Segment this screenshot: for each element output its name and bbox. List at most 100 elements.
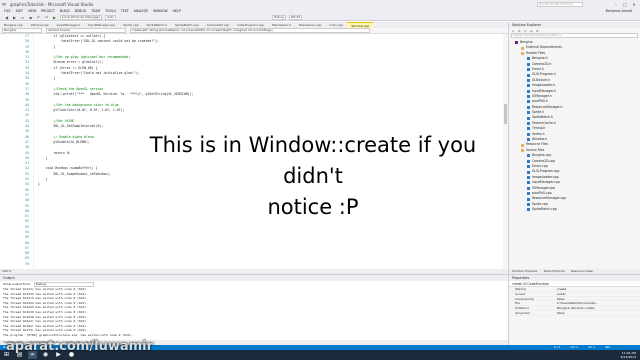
cpp-file-icon (527, 192, 530, 196)
start-debugging-icon[interactable]: ▶ (52, 15, 57, 20)
output-source-select[interactable]: Debug (33, 281, 94, 287)
menu-team[interactable]: TEAM (91, 9, 100, 13)
scope-dropdown[interactable]: (Global Scope) (46, 28, 126, 33)
annotation-line-1: This is in Window::create if you didn't (149, 133, 477, 188)
properties-panel: Properties create VCCodeFunction (Name) c… (508, 274, 640, 345)
menu-debug[interactable]: DEBUG (75, 9, 86, 13)
line-number-gutter: 27 28 29 30 31 32 33 34 35 36 37 38 39 40 41 42 43 44 45 46… (0, 34, 34, 269)
quick-launch-input[interactable]: Quick Launch (Ctrl+Q) (537, 1, 583, 7)
property-value[interactable]: False (557, 311, 640, 315)
collapse-all-icon[interactable]: ⊟ (530, 29, 534, 33)
platform-select[interactable]: Win32 (288, 14, 303, 20)
forward-icon[interactable]: ▶ (12, 15, 17, 20)
cpp-file-icon (527, 127, 530, 131)
cpp-file-icon (527, 62, 530, 66)
undo-icon[interactable]: ↶ (36, 15, 41, 20)
redo-icon[interactable]: ↷ (44, 15, 49, 20)
cpp-file-icon (527, 78, 530, 82)
folder-icon (521, 149, 524, 152)
output-panel: Output Show output from: Debug The threa… (0, 274, 508, 345)
property-value[interactable]: C:\Users\Ben\Documents\... (557, 301, 640, 305)
property-row[interactable]: IsInjected False (509, 311, 640, 316)
refresh-icon[interactable]: ↻ (524, 29, 528, 33)
menu-test[interactable]: TEST (121, 9, 129, 13)
member-dropdown[interactable]: create(std::string windowName, int scree… (130, 28, 370, 33)
window-controls: – □ ✕ (613, 2, 637, 7)
cpp-file-icon (527, 202, 530, 206)
property-name: (Name) (515, 287, 527, 291)
property-value[interactable]: public (557, 292, 640, 296)
cpp-file-icon (527, 159, 530, 163)
cpp-file-icon (527, 122, 530, 126)
menu-tools[interactable]: TOOLS (105, 9, 116, 13)
property-value[interactable]: create (557, 287, 640, 291)
property-value[interactable]: False (557, 297, 640, 301)
menu-help[interactable]: HELP (173, 9, 181, 13)
cpp-file-icon (527, 132, 530, 136)
menu-file[interactable]: FILE (4, 9, 11, 13)
taskbar-clock[interactable]: 11:02 AM 9/13/2014 (621, 351, 636, 359)
cpp-file-icon (527, 208, 530, 212)
cpp-file-icon (527, 186, 530, 190)
minimize-icon[interactable]: – (613, 2, 619, 7)
back-icon[interactable]: ◀ (4, 15, 9, 20)
cpp-file-icon (527, 89, 530, 93)
visual-studio-logo-icon: ∞ (1, 0, 7, 8)
cpp-file-icon (527, 111, 530, 115)
auto-select[interactable]: Auto (104, 14, 116, 20)
menu-build[interactable]: BUILD (60, 9, 70, 13)
menu-view[interactable]: VIEW (28, 9, 36, 13)
close-icon[interactable]: ✕ (631, 2, 637, 7)
cpp-file-icon (527, 154, 530, 158)
property-name: Access (515, 291, 526, 296)
cpp-file-icon (527, 197, 530, 201)
cpp-file-icon (527, 95, 530, 99)
standard-toolbar: ◀ ▶ ▫ ▪ ↶ ↷ ▶ Local Windows Debugger Aut… (0, 14, 640, 21)
menu-project[interactable]: PROJECT (41, 9, 55, 13)
property-value[interactable]: Bengine::Window::create (557, 306, 640, 310)
output-lines[interactable]: The thread 0x1a3c has exited with code 0… (0, 287, 508, 338)
scrollbar-thumb[interactable] (504, 104, 507, 124)
properties-icon[interactable]: ⚙ (536, 29, 540, 33)
folder-icon (521, 46, 524, 50)
folder-icon (521, 51, 524, 55)
clock-date: 9/13/2014 (620, 355, 636, 359)
output-line: The program '[6784] graphicsTutorials.ex… (3, 332, 134, 337)
maximize-icon[interactable]: □ (622, 2, 628, 7)
cpp-file-icon (527, 73, 530, 77)
line-number: 70 (25, 261, 29, 266)
menu-analyze[interactable]: ANALYZE (134, 9, 148, 13)
cpp-file-icon (527, 175, 530, 179)
property-name: File (515, 301, 521, 306)
menu-edit[interactable]: EDIT (16, 9, 23, 13)
cpp-file-icon (527, 105, 530, 109)
video-annotation-overlay: This is in Window::create if you didn't … (118, 130, 508, 223)
watermark: aparat.com/luwamir (6, 339, 154, 354)
cpp-file-icon (527, 100, 530, 104)
cpp-file-icon (527, 57, 530, 61)
user-name[interactable]: Benjamin Arnold (606, 9, 632, 13)
window-title: graphicsTutorials - Microsoft Visual Stu… (10, 1, 94, 7)
cpp-file-icon (527, 165, 530, 169)
debugger-select[interactable]: Local Windows Debugger (60, 14, 102, 20)
save-icon[interactable]: ▪ (28, 15, 33, 20)
project-dropdown[interactable]: Bengine (2, 28, 42, 33)
property-name: FullName (515, 306, 529, 311)
annotation-line-2: notice :P (267, 195, 359, 219)
title-bar: ∞ graphicsTutorials - Microsoft Visual S… (0, 0, 640, 8)
cpp-file-icon (527, 68, 530, 72)
show-output-from-label: Show output from: (3, 282, 31, 286)
cpp-file-icon (527, 116, 530, 120)
solution-explorer-panel: Solution Explorer ⌂ ⇄ ↻ ⊟ ⚙ Search Solut… (508, 22, 640, 274)
configuration-select[interactable]: Debug (271, 14, 286, 20)
folder-icon (521, 143, 524, 147)
cpp-file-icon (527, 181, 530, 185)
cpp-file-icon (527, 138, 530, 142)
solution-tree-item[interactable]: SpriteBatch.cpp (509, 207, 640, 212)
home-icon[interactable]: ⌂ (512, 29, 516, 33)
menu-window[interactable]: WINDOW (153, 9, 168, 13)
sync-icon[interactable]: ⇄ (518, 29, 522, 33)
new-file-icon[interactable]: ▫ (20, 15, 25, 20)
solution-tree: Bengine External Dependencies Header Files… (509, 38, 640, 213)
project-icon (515, 41, 518, 45)
